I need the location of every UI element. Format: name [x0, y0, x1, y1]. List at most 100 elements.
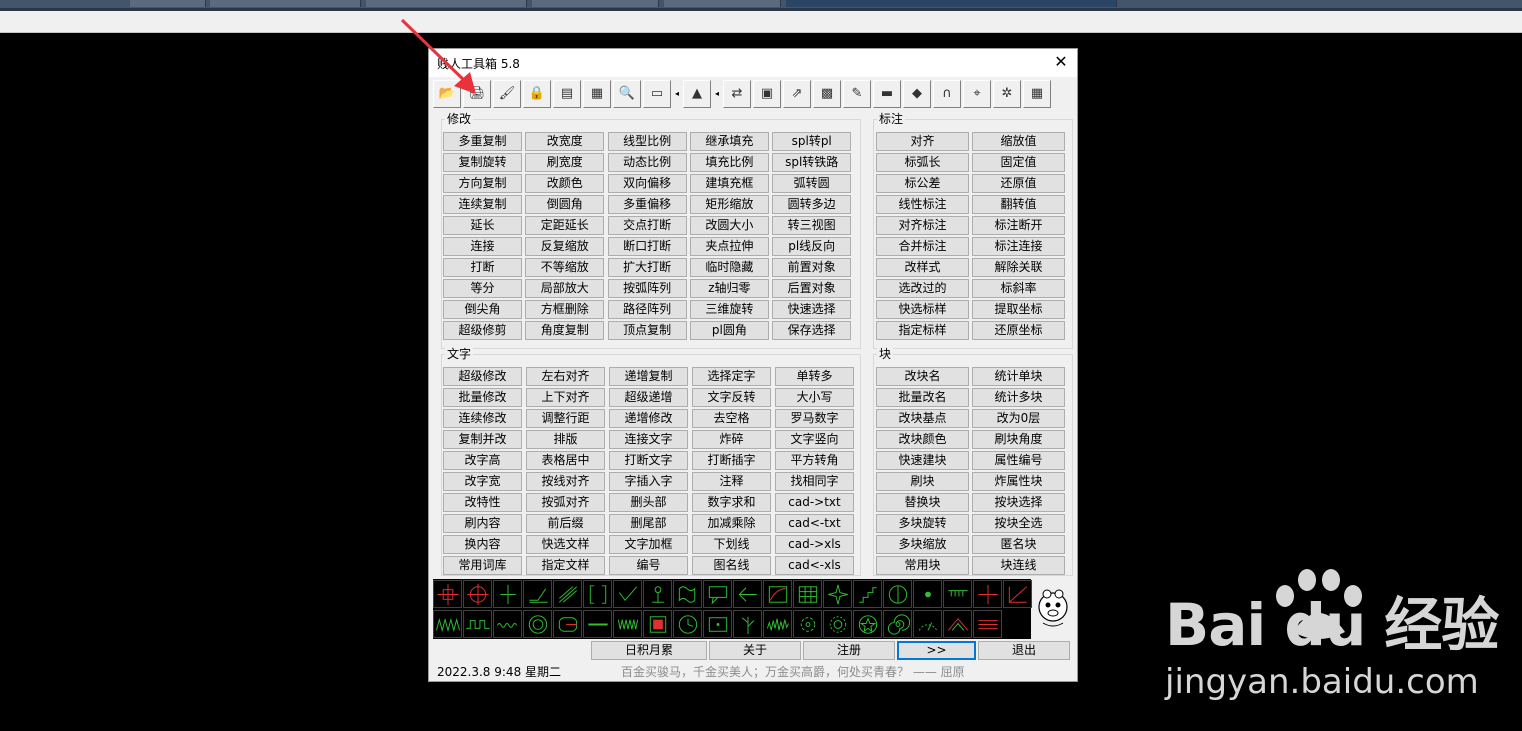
modify-tool-button[interactable]: 倒尖角	[443, 300, 522, 319]
block-tool-button[interactable]: 属性编号	[972, 451, 1065, 470]
text-tool-button[interactable]: 大小写	[775, 388, 854, 407]
text-tool-button[interactable]: 表格居中	[526, 451, 605, 470]
text-tool-button[interactable]: 罗马数字	[775, 409, 854, 428]
grid-table-icon[interactable]	[793, 580, 822, 608]
wave-box-icon[interactable]	[673, 580, 702, 608]
block-reference-icon[interactable]: ▣	[753, 80, 781, 108]
line-icon[interactable]	[583, 610, 612, 638]
text-tool-button[interactable]: 超级修改	[443, 367, 522, 386]
modify-tool-button[interactable]: pl线反向	[772, 237, 852, 256]
text-tool-button[interactable]: 文字反转	[692, 388, 771, 407]
lock-icon[interactable]: 🔒	[523, 80, 551, 108]
measure-icon[interactable]: ▭	[643, 80, 671, 108]
modify-tool-button[interactable]: 倒圆角	[525, 195, 605, 214]
block-tool-button[interactable]: 多块缩放	[876, 535, 969, 554]
modify-tool-button[interactable]: 临时隐藏	[689, 258, 769, 277]
text-tool-button[interactable]: 去空格	[692, 409, 771, 428]
dimension-tool-button[interactable]: 还原值	[972, 174, 1065, 193]
modify-tool-button[interactable]: 继承填充	[689, 132, 769, 151]
modify-tool-button[interactable]: 方框删除	[525, 300, 605, 319]
text-tool-button[interactable]: 递增复制	[609, 367, 688, 386]
exchange-icon[interactable]: ⇄	[723, 80, 751, 108]
edit-note-icon[interactable]: ✎	[843, 80, 871, 108]
block-tool-button[interactable]: 匿名块	[972, 535, 1065, 554]
modify-tool-button[interactable]: 局部放大	[525, 279, 605, 298]
small-wave-icon[interactable]	[493, 610, 522, 638]
text-tool-button[interactable]: 打断文字	[609, 451, 688, 470]
chevron-roof-icon[interactable]	[943, 610, 972, 638]
text-tool-button[interactable]: 改字宽	[443, 472, 522, 491]
block-tool-button[interactable]: 按块选择	[972, 493, 1065, 512]
modify-tool-button[interactable]: 快速选择	[772, 300, 852, 319]
modify-tool-button[interactable]: 反复缩放	[525, 237, 605, 256]
modify-tool-button[interactable]: 弧转圆	[772, 174, 852, 193]
register-button[interactable]: 注册	[803, 641, 895, 660]
crosshair-icon[interactable]	[433, 580, 462, 608]
window-icon[interactable]: ▦	[583, 80, 611, 108]
text-tool-button[interactable]: 上下对齐	[526, 388, 605, 407]
star-circle-icon[interactable]	[853, 610, 882, 638]
modify-tool-button[interactable]: 方向复制	[443, 174, 522, 193]
modify-tool-button[interactable]: 顶点复制	[607, 321, 687, 340]
bracket-icon[interactable]	[583, 580, 612, 608]
text-tool-button[interactable]: 连接文字	[609, 430, 688, 449]
exit-button[interactable]: 退出	[978, 641, 1070, 660]
dimension-tool-button[interactable]: 固定值	[972, 153, 1065, 172]
spiral-icon[interactable]	[883, 610, 912, 638]
modify-tool-button[interactable]: 填充比例	[689, 153, 769, 172]
dimension-tool-button[interactable]: 翻转值	[972, 195, 1065, 214]
text-tool-button[interactable]: 排版	[526, 430, 605, 449]
text-tool-button[interactable]: 改字高	[443, 451, 522, 470]
text-tool-button[interactable]: 批量修改	[443, 388, 522, 407]
arc-icon[interactable]	[913, 610, 942, 638]
modify-tool-button[interactable]: 定距延长	[525, 216, 605, 235]
text-tool-button[interactable]: 字插入字	[609, 472, 688, 491]
text-tool-button[interactable]: 下划线	[692, 535, 771, 554]
comb-icon[interactable]	[943, 580, 972, 608]
modify-tool-button[interactable]: 扩大打断	[607, 258, 687, 277]
clock-icon[interactable]	[673, 610, 702, 638]
dimension-tool-button[interactable]: 标公差	[876, 174, 969, 193]
text-tool-button[interactable]: 常用词库	[443, 556, 522, 575]
modify-tool-button[interactable]: 双向偏移	[607, 174, 687, 193]
text-tool-button[interactable]: 文字竖向	[775, 430, 854, 449]
modify-tool-button[interactable]: 夹点拉伸	[689, 237, 769, 256]
text-tool-button[interactable]: 调整行距	[526, 409, 605, 428]
modify-tool-button[interactable]: 连续复制	[443, 195, 522, 214]
shortcut-icon[interactable]: ⇗	[783, 80, 811, 108]
block-tool-button[interactable]: 改块基点	[876, 409, 969, 428]
modify-tool-button[interactable]: pl圆角	[689, 321, 769, 340]
rounded-rect-icon[interactable]	[553, 610, 582, 638]
block-tool-button[interactable]: 改为0层	[972, 409, 1065, 428]
gear-outline-icon[interactable]	[793, 610, 822, 638]
check-slope-icon[interactable]	[613, 580, 642, 608]
slope-icon[interactable]	[523, 580, 552, 608]
block-tool-button[interactable]: 统计多块	[972, 388, 1065, 407]
wmf-icon[interactable]: ▤	[553, 80, 581, 108]
text-tool-button[interactable]: 换内容	[443, 535, 522, 554]
dimension-tool-button[interactable]: 快选标样	[876, 300, 969, 319]
anchor-icon[interactable]	[643, 580, 672, 608]
text-tool-button[interactable]: 找相同字	[775, 472, 854, 491]
dimension-tool-button[interactable]: 还原坐标	[972, 321, 1065, 340]
dimension-tool-button[interactable]: 提取坐标	[972, 300, 1065, 319]
expand-button[interactable]: >>	[897, 641, 976, 660]
text-tool-button[interactable]: 数字求和	[692, 493, 771, 512]
text-tool-button[interactable]: cad<-xls	[775, 556, 854, 575]
block-tool-button[interactable]: 快速建块	[876, 451, 969, 470]
cad-linetype-dropdown[interactable]	[366, 0, 527, 7]
triple-line-icon[interactable]	[973, 610, 1002, 638]
modify-tool-button[interactable]: 前置对象	[772, 258, 852, 277]
gear-icon[interactable]: ✲	[993, 80, 1021, 108]
text-tool-button[interactable]: 左右对齐	[526, 367, 605, 386]
cad-toolbar-segment[interactable]	[130, 0, 206, 7]
print-icon[interactable]: 🖨	[463, 80, 491, 108]
text-tool-button[interactable]: cad->txt	[775, 493, 854, 512]
block-tool-button[interactable]: 多块旋转	[876, 514, 969, 533]
text-tool-button[interactable]: 单转多	[775, 367, 854, 386]
modify-tool-button[interactable]: 超级修剪	[443, 321, 522, 340]
modify-tool-button[interactable]: 三维旋转	[689, 300, 769, 319]
text-tool-button[interactable]: 删尾部	[609, 514, 688, 533]
dimension-tool-button[interactable]: 缩放值	[972, 132, 1065, 151]
snap-icon[interactable]: ⌖	[963, 80, 991, 108]
